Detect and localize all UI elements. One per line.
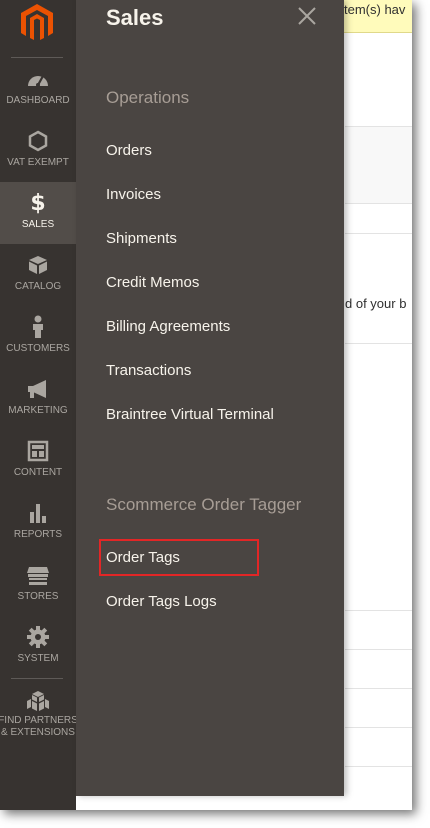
nav-label: System [17, 653, 59, 664]
dashboard-icon [28, 75, 48, 87]
nav-item-content[interactable]: Content [0, 430, 76, 492]
nav-label: Sales [21, 219, 55, 230]
background-text: d of your b [345, 296, 407, 311]
divider [345, 727, 412, 728]
divider [345, 233, 412, 234]
hexagon-icon [28, 130, 48, 152]
nav-label: Vat Exempt [7, 157, 69, 168]
divider [345, 766, 412, 767]
box-icon [29, 256, 47, 274]
menu-link-credit-memos[interactable]: Credit Memos [106, 274, 199, 291]
flyout-title: Sales [106, 5, 164, 30]
nav-label: Catalog [14, 281, 62, 292]
nav-item-stores[interactable]: Stores [0, 554, 76, 616]
nav-item-marketing[interactable]: Marketing [0, 368, 76, 430]
menu-link-billing-agreements[interactable]: Billing Agreements [106, 318, 230, 335]
nav-label: Customers [6, 343, 70, 354]
nav-item-customers[interactable]: Customers [0, 306, 76, 368]
divider [345, 203, 412, 204]
sales-flyout-menu: Sales Operations Orders Invoices Shipmen… [76, 0, 344, 796]
nav-item-sales[interactable]: $ Sales [0, 182, 76, 244]
nav-label: Dashboard [6, 95, 70, 106]
menu-link-transactions[interactable]: Transactions [106, 362, 191, 379]
nav-divider [11, 678, 63, 679]
nav-label: Marketing [8, 405, 68, 416]
nav-label: Stores [17, 591, 59, 602]
nav-label: Reports [13, 529, 63, 540]
menu-link-shipments[interactable]: Shipments [106, 230, 177, 247]
section-heading-order-tagger: Scommerce Order Tagger [106, 495, 302, 514]
gear-icon [27, 626, 49, 648]
divider [345, 649, 412, 650]
nav-item-system[interactable]: System [0, 616, 76, 678]
person-icon [33, 315, 43, 338]
close-icon[interactable] [296, 5, 318, 27]
nav-label: Find Partners [0, 715, 78, 726]
section-heading-operations: Operations [106, 88, 190, 107]
admin-screen: tem(s) hav d of your b Dashboard Vat [0, 0, 412, 810]
nav-item-vat-exempt[interactable]: Vat Exempt [0, 120, 76, 182]
dollar-icon: $ [30, 190, 46, 216]
magento-logo-icon[interactable] [17, 2, 57, 42]
nav-item-find-partners[interactable]: Find Partners & Extensions [0, 680, 78, 760]
nav-label: & Extensions [1, 727, 75, 738]
background-grey-band [345, 127, 412, 203]
divider [345, 688, 412, 689]
storefront-icon [27, 567, 49, 585]
menu-link-orders[interactable]: Orders [106, 142, 152, 159]
menu-link-order-tags[interactable]: Order Tags [106, 549, 180, 566]
bar-chart-icon [30, 504, 46, 523]
nav-item-catalog[interactable]: Catalog [0, 244, 76, 306]
system-message-text: tem(s) hav [344, 2, 406, 17]
nav-item-reports[interactable]: Reports [0, 492, 76, 554]
menu-link-invoices[interactable]: Invoices [106, 186, 161, 203]
divider [345, 126, 412, 127]
divider [345, 343, 412, 344]
admin-sidebar: Dashboard Vat Exempt $ Sales Catalog [0, 0, 78, 810]
divider [345, 610, 412, 611]
megaphone-icon [28, 380, 46, 398]
layout-icon [27, 440, 49, 462]
nav-item-dashboard[interactable]: Dashboard [0, 58, 76, 120]
menu-link-order-tags-logs[interactable]: Order Tags Logs [106, 593, 217, 610]
menu-link-braintree-virtual-terminal[interactable]: Braintree Virtual Terminal [106, 406, 274, 423]
nav-label: Content [13, 467, 63, 478]
cubes-icon [27, 691, 49, 711]
